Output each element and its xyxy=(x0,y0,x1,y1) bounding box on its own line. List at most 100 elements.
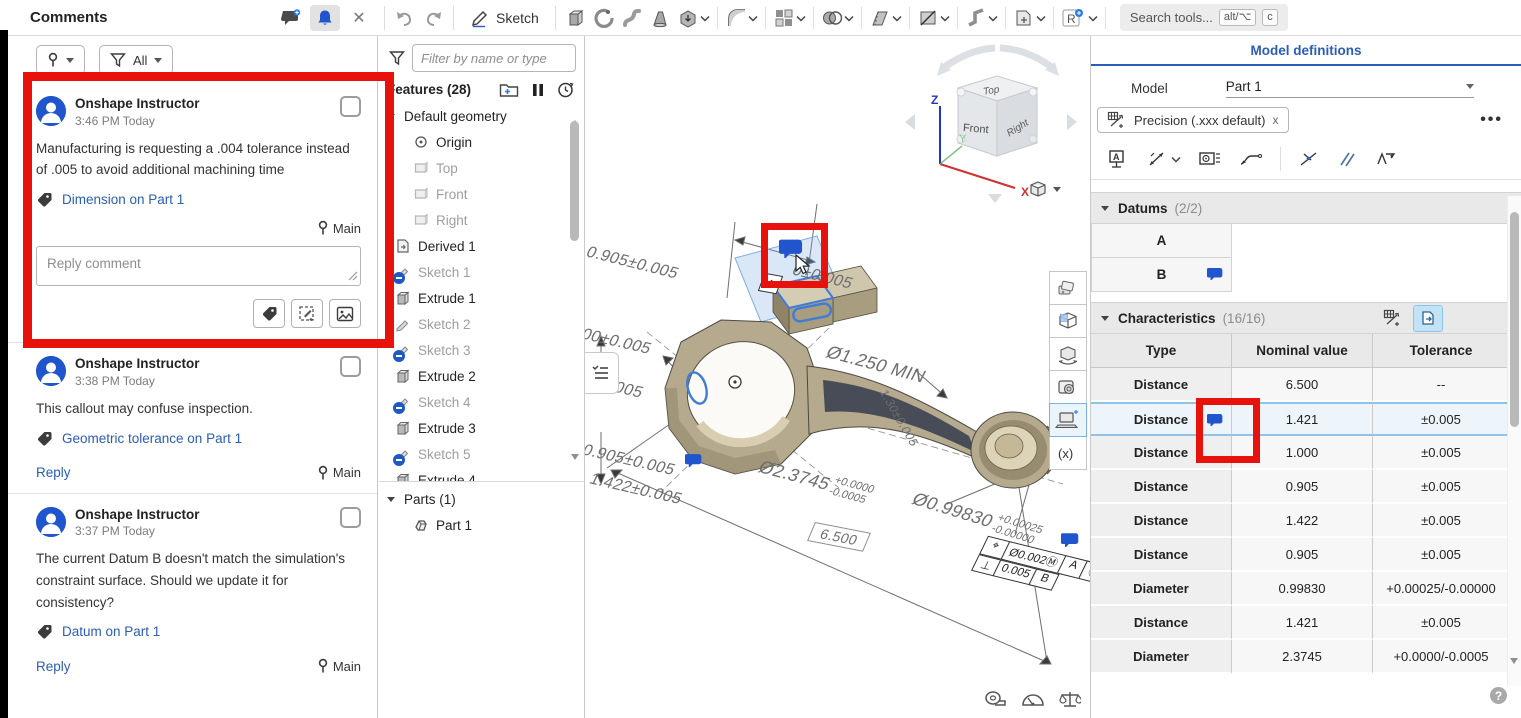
feature-item-right[interactable]: Right xyxy=(379,207,584,233)
thicken-icon[interactable] xyxy=(674,3,713,33)
characteristics-section-header[interactable]: Characteristics (16/16) xyxy=(1091,302,1521,334)
comment-bubble-icon[interactable] xyxy=(685,453,702,472)
rollback-history-icon[interactable] xyxy=(557,81,574,98)
close-comments-icon[interactable]: ✕ xyxy=(344,5,374,31)
characteristic-row[interactable]: Distance 0.905 ±0.005 xyxy=(1091,470,1509,504)
rotate-east-icon[interactable] xyxy=(1067,114,1077,130)
boolean-icon[interactable] xyxy=(818,3,857,33)
draft-icon[interactable] xyxy=(866,3,905,33)
feature-item-default-geometry[interactable]: Default geometry xyxy=(379,103,584,129)
model-panel-scrollbar[interactable] xyxy=(1507,196,1521,686)
feature-expression-icon[interactable]: (x) xyxy=(1049,436,1087,470)
comment-tag-link[interactable]: Datum on Part 1 xyxy=(36,623,361,640)
datum-row-a[interactable]: A xyxy=(1091,224,1232,258)
insert-icon[interactable] xyxy=(1010,3,1049,33)
sketch-button[interactable]: Sketch xyxy=(460,8,549,28)
pin-filter-button[interactable] xyxy=(36,45,85,75)
chip-remove-icon[interactable]: x xyxy=(1273,113,1279,127)
add-tag-button[interactable] xyxy=(253,299,285,328)
custom-feature-icon[interactable]: R xyxy=(1058,3,1101,33)
named-views-icon[interactable] xyxy=(1049,370,1087,404)
feature-item-extrude-1[interactable]: Extrude 1 xyxy=(379,285,584,311)
feature-item-extrude-4[interactable]: Extrude 4 xyxy=(379,467,584,481)
characteristic-row[interactable]: Distance 1.421 ±0.005 xyxy=(1091,402,1509,436)
scrollbar-thumb[interactable] xyxy=(570,121,579,241)
comment-card[interactable]: Onshape Instructor 3:46 PM Today Manufac… xyxy=(0,83,377,343)
reply-link[interactable]: Reply xyxy=(36,465,71,480)
feature-item-sketch-5[interactable]: Sketch 5 xyxy=(379,441,584,467)
characteristic-row[interactable]: Distance 0.905 ±0.005 xyxy=(1091,538,1509,572)
view-orientation-dropdown[interactable] xyxy=(1028,180,1061,198)
feature-item-extrude-3[interactable]: Extrude 3 xyxy=(379,415,584,441)
split-icon[interactable] xyxy=(914,3,953,33)
scrollbar-thumb[interactable] xyxy=(1510,212,1519,427)
feature-tree-scrollbar[interactable] xyxy=(569,105,581,475)
chevron-down-icon[interactable] xyxy=(1171,156,1181,163)
parallel-tool-icon[interactable] xyxy=(1337,149,1357,169)
protractor-icon[interactable] xyxy=(1021,690,1045,708)
comment-card[interactable]: Onshape Instructor 3:38 PM Today This ca… xyxy=(0,343,377,493)
appearance-icon[interactable] xyxy=(1049,271,1087,305)
exploded-view-icon[interactable] xyxy=(1049,337,1087,371)
scroll-down-icon[interactable] xyxy=(1510,658,1518,679)
connecting-rod-small-end[interactable] xyxy=(971,412,1057,488)
help-icon[interactable]: ? xyxy=(1490,687,1507,704)
scale-icon[interactable] xyxy=(1059,690,1081,708)
undo-icon[interactable] xyxy=(391,5,419,31)
suspend-updates-icon[interactable] xyxy=(532,83,544,97)
characteristic-row[interactable]: Distance 1.000 ±0.005 xyxy=(1091,436,1509,470)
add-image-button[interactable] xyxy=(329,299,361,328)
callout-list-button[interactable] xyxy=(585,352,619,394)
rotate-west-icon[interactable] xyxy=(905,114,915,130)
feature-item-derived-1[interactable]: Derived 1 xyxy=(379,233,584,259)
display-states-icon[interactable] xyxy=(1049,403,1087,437)
resolve-checkbox[interactable] xyxy=(340,507,361,528)
rotate-left-arrow-icon[interactable] xyxy=(943,48,995,68)
characteristic-row[interactable]: Diameter 0.99830 +0.00025/-0.00000 xyxy=(1091,572,1509,606)
characteristic-row[interactable]: Diameter 2.3745 +0.0000/-0.0005 xyxy=(1091,640,1509,674)
characteristic-row[interactable]: Distance 6.500 -- xyxy=(1091,368,1509,402)
reply-comment-input[interactable] xyxy=(36,246,361,286)
graphics-viewport[interactable]: Top Front Right Z X Y xyxy=(585,36,1090,718)
filter-funnel-icon[interactable] xyxy=(389,50,405,66)
tape-measure-icon[interactable] xyxy=(983,690,1007,708)
pattern-icon[interactable] xyxy=(770,3,809,33)
new-folder-icon[interactable] xyxy=(499,82,519,98)
comment-bubble-icon[interactable] xyxy=(1061,532,1079,552)
datum-tool-icon[interactable]: A xyxy=(1107,149,1129,169)
characteristic-row[interactable]: Distance 1.422 ±0.005 xyxy=(1091,504,1509,538)
resolve-checkbox[interactable] xyxy=(340,96,361,117)
view-cube-front-label[interactable]: Front xyxy=(962,122,989,136)
geometric-tolerance-tool-icon[interactable] xyxy=(1198,149,1222,169)
comment-bubble-icon[interactable] xyxy=(1207,413,1223,429)
sheet-metal-icon[interactable] xyxy=(962,3,1001,33)
datums-section-header[interactable]: Datums (2/2) xyxy=(1091,192,1521,224)
callout-tool-icon[interactable] xyxy=(1239,150,1263,168)
model-select[interactable]: Part 1 xyxy=(1226,79,1474,98)
feature-item-sketch-2[interactable]: Sketch 2 xyxy=(379,311,584,337)
intersection-tool-icon[interactable] xyxy=(1298,149,1320,169)
comment-tag-link[interactable]: Dimension on Part 1 xyxy=(36,191,361,208)
extrude-icon[interactable] xyxy=(562,3,590,33)
loft-icon[interactable] xyxy=(646,3,674,33)
fillet-icon[interactable] xyxy=(722,3,761,33)
feature-item-front[interactable]: Front xyxy=(379,181,584,207)
comment-card[interactable]: Onshape Instructor 3:37 PM Today The cur… xyxy=(0,494,377,687)
more-options-icon[interactable]: ••• xyxy=(1480,111,1503,129)
model-definitions-tab[interactable]: Model definitions xyxy=(1091,36,1521,66)
characteristic-row[interactable]: Distance 1.421 ±0.005 xyxy=(1091,606,1509,640)
comment-bubble-icon[interactable] xyxy=(1207,267,1223,283)
view-cube[interactable]: Top Front Right xyxy=(957,76,1037,156)
redo-icon[interactable] xyxy=(419,5,447,31)
reply-link[interactable]: Reply xyxy=(36,659,71,674)
precision-settings-icon[interactable] xyxy=(1383,309,1403,327)
resolve-checkbox[interactable] xyxy=(340,356,361,377)
feature-item-top[interactable]: Top xyxy=(379,155,584,181)
revolve-icon[interactable] xyxy=(590,3,618,33)
feature-item-sketch-3[interactable]: Sketch 3 xyxy=(379,337,584,363)
feature-item-sketch-1[interactable]: Sketch 1 xyxy=(379,259,584,285)
sweep-icon[interactable] xyxy=(618,3,646,33)
feature-filter-input[interactable] xyxy=(412,44,576,72)
add-comment-icon[interactable] xyxy=(276,5,306,31)
comment-tag-link[interactable]: Geometric tolerance on Part 1 xyxy=(36,430,361,447)
